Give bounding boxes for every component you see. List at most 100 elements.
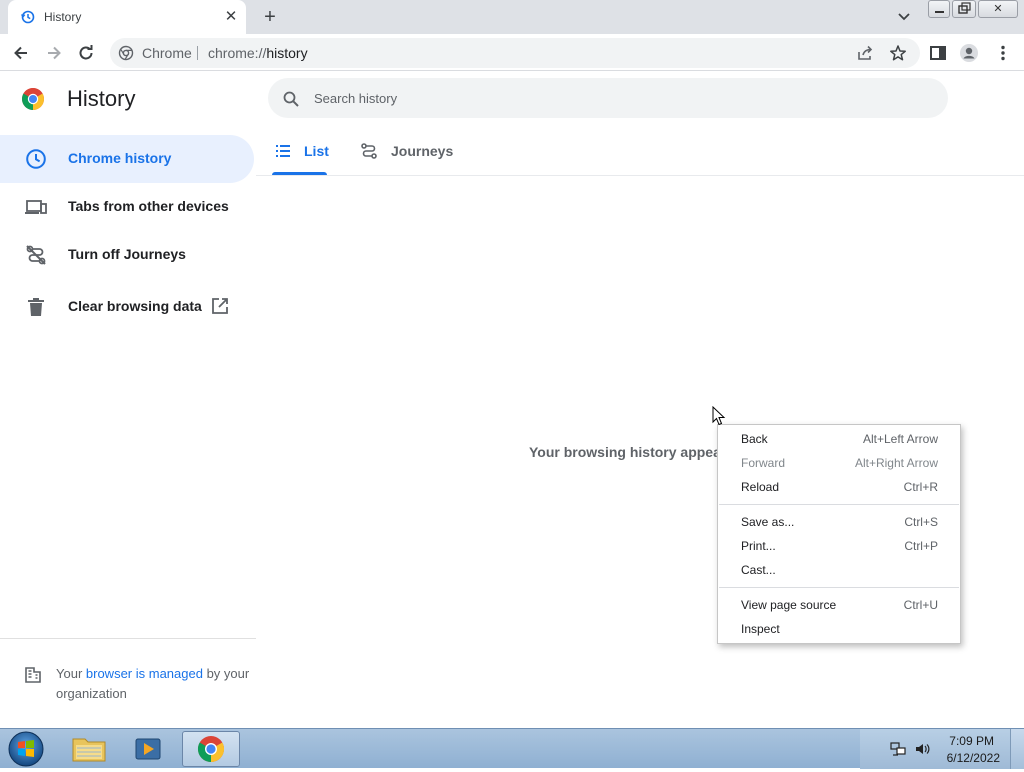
- managed-prefix: Your: [56, 666, 86, 681]
- menu-separator: [719, 504, 959, 505]
- sidebar-item-label: Turn off Journeys: [68, 246, 186, 262]
- arrow-left-icon: [14, 46, 27, 60]
- menu-item-shortcut: Ctrl+U: [903, 598, 938, 612]
- sidebar-item-label: Tabs from other devices: [68, 198, 229, 214]
- system-tray: 7:09 PM 6/12/2022: [860, 729, 1024, 769]
- tab-list[interactable]: List: [272, 136, 332, 176]
- menu-item-shortcut: Alt+Left Arrow: [862, 432, 938, 446]
- tab-close-button[interactable]: ✕: [222, 8, 240, 26]
- forward-button[interactable]: [41, 40, 67, 66]
- tabs-divider: [256, 175, 1024, 176]
- bookmark-star-icon[interactable]: [889, 44, 907, 62]
- tab-list-label: List: [304, 143, 329, 159]
- journeys-icon: [361, 143, 377, 159]
- menu-item-label: Forward: [741, 456, 786, 470]
- close-icon: ✕: [993, 3, 1003, 15]
- chrome-taskbar-icon: [197, 736, 225, 763]
- trash-icon: [28, 298, 44, 316]
- network-icon[interactable]: [890, 741, 906, 757]
- tab-journeys-label: Journeys: [391, 143, 454, 159]
- mouse-cursor-icon: [712, 406, 726, 426]
- omnibox-site-label: Chrome: [142, 45, 192, 61]
- chrome-logo-icon: [22, 88, 44, 110]
- clock-icon: [26, 149, 46, 169]
- omnibox-separator: [197, 46, 198, 60]
- chrome-page-icon[interactable]: [118, 45, 134, 61]
- menu-item-shortcut: Ctrl+S: [904, 515, 938, 529]
- devices-icon: [25, 200, 47, 214]
- minimize-icon: [935, 11, 944, 13]
- menu-item-print[interactable]: Print... Ctrl+P: [718, 534, 960, 558]
- context-menu: Back Alt+Left Arrow Forward Alt+Right Ar…: [717, 424, 961, 644]
- volume-icon[interactable]: [914, 741, 930, 757]
- browser-tab-history[interactable]: History ✕: [8, 0, 246, 34]
- url-scheme: chrome://: [208, 45, 267, 61]
- sidebar-item-tabs-other-devices[interactable]: Tabs from other devices: [0, 183, 254, 231]
- folder-icon: [72, 738, 106, 762]
- profile-avatar-icon[interactable]: [959, 43, 979, 63]
- tab-title: History: [44, 10, 82, 24]
- sidebar-divider: [0, 638, 256, 639]
- clock-time[interactable]: 7:09 PM: [949, 734, 994, 748]
- address-bar[interactable]: Chrome chrome://history: [110, 38, 920, 68]
- taskbar-chrome-button[interactable]: [182, 731, 240, 767]
- page-title: History: [67, 86, 136, 111]
- sidebar-item-chrome-history[interactable]: Chrome history: [0, 135, 254, 183]
- menu-item-back[interactable]: Back Alt+Left Arrow: [718, 427, 960, 451]
- back-button[interactable]: [8, 40, 34, 66]
- sidebar-item-turn-off-journeys[interactable]: Turn off Journeys: [0, 231, 254, 279]
- more-menu-icon[interactable]: [993, 43, 1013, 63]
- menu-item-shortcut: Ctrl+R: [903, 480, 938, 494]
- share-icon[interactable]: [856, 44, 874, 62]
- sidebar-item-label: Chrome history: [68, 150, 172, 166]
- menu-item-label: Reload: [741, 480, 780, 494]
- menu-item-reload[interactable]: Reload Ctrl+R: [718, 475, 960, 499]
- menu-item-shortcut: Alt+Right Arrow: [854, 456, 938, 470]
- taskbar-explorer-button[interactable]: [60, 731, 118, 767]
- reload-icon: [79, 45, 93, 60]
- clock-date[interactable]: 6/12/2022: [947, 751, 1000, 765]
- search-icon[interactable]: [282, 90, 300, 108]
- menu-item-view-page-source[interactable]: View page source Ctrl+U: [718, 593, 960, 617]
- minimize-button[interactable]: [928, 0, 950, 18]
- history-icon: [20, 10, 35, 24]
- empty-history-message: Your browsing history appears: [529, 444, 735, 460]
- show-desktop-button[interactable]: [1010, 729, 1024, 769]
- menu-item-label: Cast...: [741, 563, 776, 577]
- menu-item-inspect[interactable]: Inspect: [718, 617, 960, 641]
- menu-item-label: Inspect: [741, 622, 780, 636]
- open-in-new-icon[interactable]: [211, 297, 229, 315]
- start-button-icon[interactable]: [6, 730, 46, 768]
- menu-item-cast[interactable]: Cast...: [718, 558, 960, 582]
- restore-button[interactable]: [952, 0, 976, 18]
- menu-item-label: Back: [741, 432, 768, 446]
- menu-item-label: Save as...: [741, 515, 795, 529]
- search-history-input[interactable]: [312, 88, 912, 108]
- building-icon: [25, 667, 41, 683]
- list-icon: [276, 145, 290, 157]
- tab-search-chevron-icon[interactable]: [893, 7, 915, 27]
- menu-item-shortcut: Ctrl+P: [904, 539, 938, 553]
- menu-item-save-as[interactable]: Save as... Ctrl+S: [718, 510, 960, 534]
- taskbar-media-player-button[interactable]: [120, 731, 178, 767]
- browser-toolbar: Chrome chrome://history: [0, 34, 1024, 71]
- menu-separator: [719, 587, 959, 588]
- tab-strip: History ✕ + ✕: [0, 0, 1024, 34]
- taskbar: 7:09 PM 6/12/2022: [0, 728, 1024, 769]
- restore-icon: [958, 2, 971, 14]
- managed-link[interactable]: browser is managed: [86, 666, 203, 681]
- menu-item-label: Print...: [741, 539, 776, 553]
- menu-item-forward[interactable]: Forward Alt+Right Arrow: [718, 451, 960, 475]
- url-host: history: [266, 45, 308, 61]
- menu-item-label: View page source: [741, 598, 837, 612]
- managed-text: Your browser is managed by your organiza…: [56, 664, 256, 704]
- window-close-button[interactable]: ✕: [978, 0, 1018, 18]
- tab-journeys[interactable]: Journeys: [358, 136, 458, 176]
- reload-button[interactable]: [73, 40, 99, 66]
- search-history-bar[interactable]: [268, 78, 948, 118]
- sidebar-item-label: Clear browsing data: [68, 298, 202, 314]
- new-tab-button[interactable]: +: [258, 5, 282, 29]
- journeys-off-icon: [26, 245, 46, 265]
- side-panel-icon[interactable]: [928, 43, 948, 63]
- omnibox-url[interactable]: chrome://history: [208, 45, 308, 61]
